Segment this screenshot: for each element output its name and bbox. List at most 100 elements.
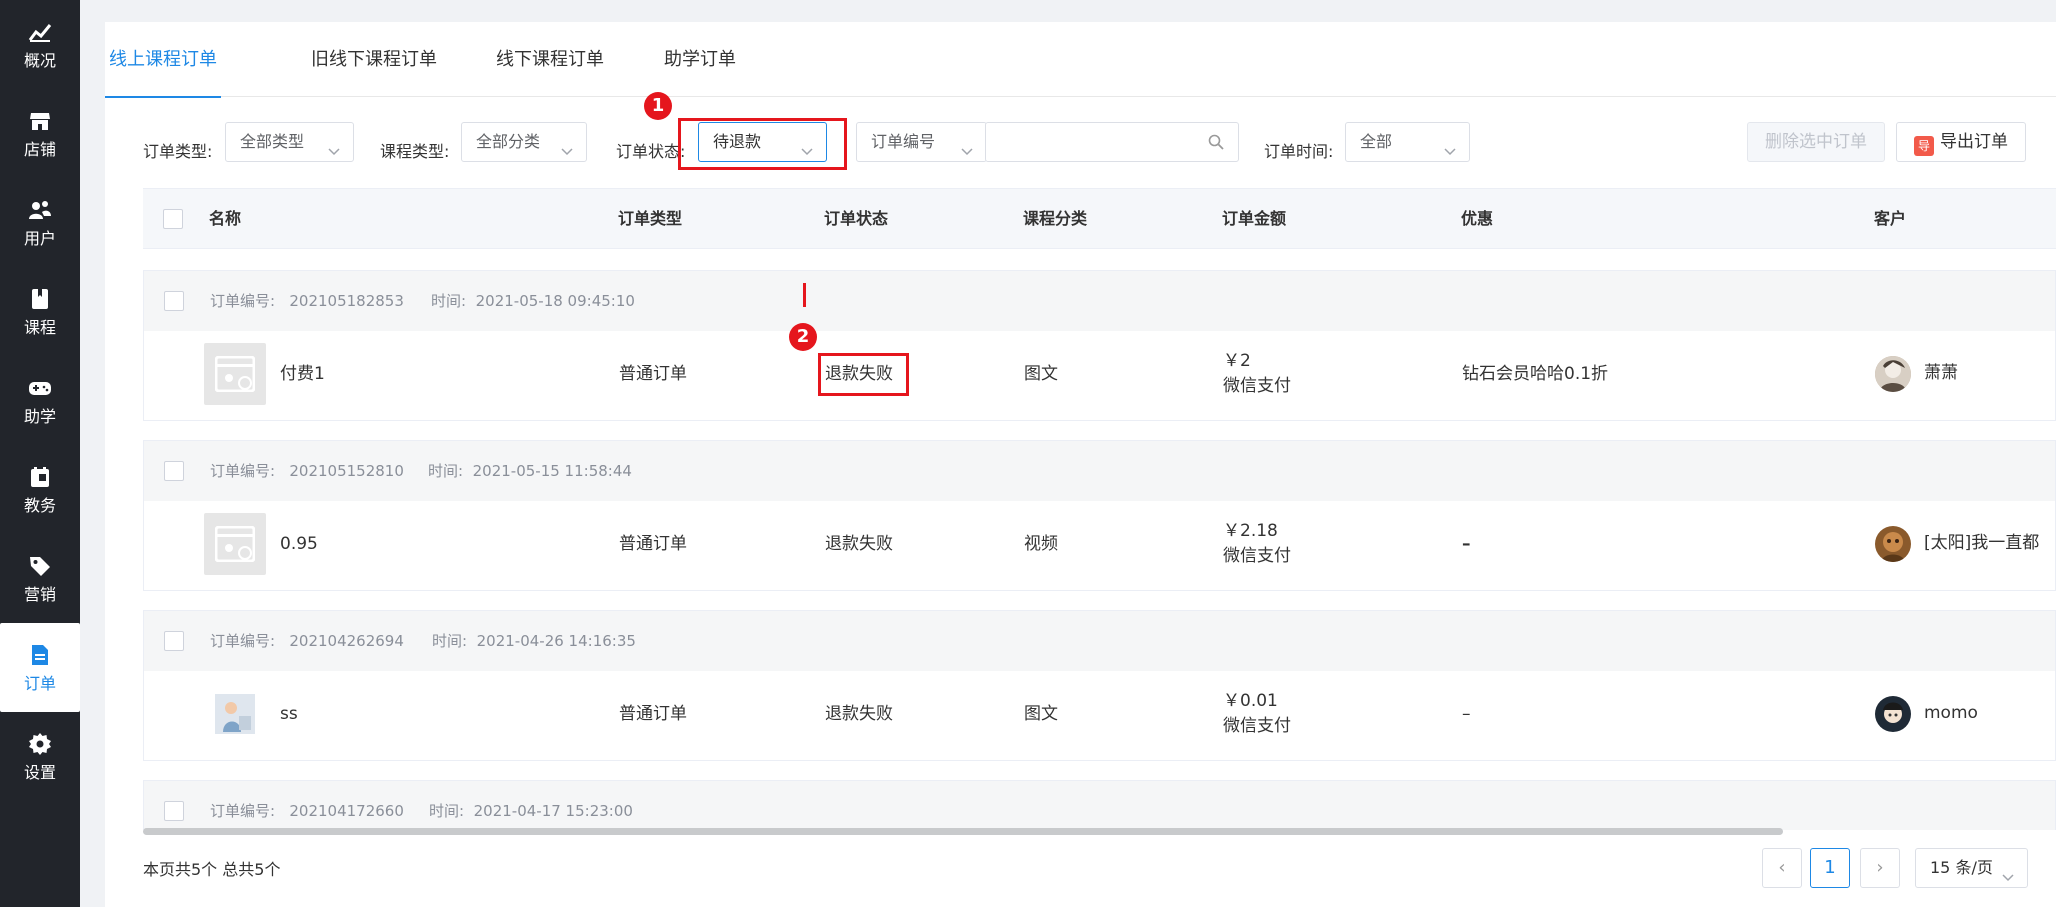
- order-type-select[interactable]: 全部类型: [225, 122, 354, 162]
- payment-method: 微信支付: [1223, 376, 1291, 396]
- nav-item-settings[interactable]: 设置: [0, 712, 80, 801]
- chevron-down-icon: [960, 134, 974, 172]
- column-order-amount: 订单金额: [1222, 209, 1287, 228]
- customer-name[interactable]: momo: [1924, 701, 1978, 725]
- chevron-down-icon: [1443, 134, 1457, 172]
- page-1-button[interactable]: 1: [1810, 848, 1850, 888]
- book-icon: [27, 286, 53, 312]
- order-status: 退款失败: [825, 534, 893, 554]
- order-status: 退款失败: [825, 364, 893, 384]
- order-time: 时间: 2021-04-17 15:23:00: [429, 802, 633, 820]
- payment-method: 微信支付: [1223, 546, 1291, 566]
- select-all-checkbox[interactable]: [163, 209, 183, 229]
- course-name[interactable]: ss: [280, 702, 298, 726]
- nav-item-tutoring[interactable]: 助学: [0, 356, 80, 445]
- nav-item-marketing[interactable]: 营销: [0, 534, 80, 623]
- column-customer: 客户: [1874, 209, 1907, 228]
- course-thumbnail: [204, 683, 266, 745]
- avatar: [1875, 356, 1911, 392]
- order-time: 时间: 2021-04-26 14:16:35: [432, 632, 636, 650]
- course-type-label: 课程类型:: [380, 142, 450, 161]
- annotation-badge-1: 1: [644, 92, 672, 120]
- order-time-select[interactable]: 全部: [1345, 122, 1470, 162]
- order-row-header: 订单编号: 202105152810 时间: 2021-05-15 11:58:…: [144, 441, 2055, 501]
- avatar: [1875, 696, 1911, 732]
- row-checkbox[interactable]: [164, 631, 184, 651]
- order-number: 订单编号: 202104172660: [210, 802, 404, 820]
- order-row: 订单编号: 202104262694 时间: 2021-04-26 14:16:…: [143, 610, 2056, 761]
- tab-old-offline-orders[interactable]: 旧线下课程订单: [311, 22, 437, 97]
- order-time-label: 订单时间:: [1264, 142, 1334, 161]
- discount: 钻石会员哈哈0.1折: [1462, 364, 1609, 384]
- calendar-icon: [27, 464, 53, 490]
- order-number: 订单编号: 202105182853: [210, 292, 404, 310]
- table-header: 名称 订单类型 订单状态 课程分类 订单金额 优惠 客户: [143, 188, 2056, 249]
- order-status: 退款失败: [825, 704, 893, 724]
- order-amount: ￥2: [1223, 351, 1251, 371]
- annotation-marker: [803, 283, 806, 307]
- gear-icon: [27, 731, 53, 757]
- order-row: 订单编号: 202105152810 时间: 2021-05-15 11:58:…: [143, 440, 2056, 591]
- page-summary: 本页共5个 总共5个: [143, 860, 281, 879]
- discount: –: [1462, 704, 1471, 724]
- search-icon[interactable]: [1208, 134, 1224, 154]
- search-input[interactable]: [985, 122, 1239, 162]
- course-category: 图文: [1024, 704, 1058, 724]
- course-name[interactable]: 0.95: [280, 532, 318, 556]
- horizontal-scrollbar[interactable]: [143, 828, 1783, 835]
- next-page-button[interactable]: ›: [1860, 848, 1900, 888]
- page-size-select[interactable]: 15 条/页: [1915, 848, 2028, 888]
- discount: –: [1462, 534, 1471, 554]
- order-tabs: 线上课程订单 旧线下课程订单 线下课程订单 助学订单: [105, 22, 2056, 98]
- column-course-category: 课程分类: [1023, 209, 1088, 228]
- order-number: 订单编号: 202105152810: [210, 462, 404, 480]
- sidebar: 概况 店铺 用户 课程 助学 教务 营销 订单 设置: [0, 0, 80, 907]
- course-type-select[interactable]: 全部分类: [461, 122, 587, 162]
- order-number: 订单编号: 202104262694: [210, 632, 404, 650]
- order-row: 订单编号: 202105182853 时间: 2021-05-18 09:45:…: [143, 270, 2056, 421]
- tag-icon: [27, 553, 53, 579]
- order-type: 普通订单: [619, 534, 687, 554]
- order-row-header: 订单编号: 202104262694 时间: 2021-04-26 14:16:…: [144, 611, 2055, 671]
- export-orders-button[interactable]: 导导出订单: [1896, 122, 2026, 162]
- order-type: 普通订单: [619, 704, 687, 724]
- course-name[interactable]: 付费1: [280, 362, 325, 386]
- nav-item-academic[interactable]: 教务: [0, 445, 80, 534]
- chart-icon: [27, 19, 53, 45]
- store-icon: [27, 108, 53, 134]
- nav-item-store[interactable]: 店铺: [0, 89, 80, 178]
- row-checkbox[interactable]: [164, 291, 184, 311]
- column-order-type: 订单类型: [618, 209, 683, 228]
- column-discount: 优惠: [1461, 209, 1494, 228]
- gamepad-icon: [27, 375, 53, 401]
- order-amount: ￥2.18: [1223, 521, 1278, 541]
- column-name: 名称: [209, 209, 242, 228]
- order-type: 普通订单: [619, 364, 687, 384]
- nav-item-users[interactable]: 用户: [0, 178, 80, 267]
- tab-offline-orders[interactable]: 线下课程订单: [496, 22, 604, 97]
- nav-item-orders[interactable]: 订单: [0, 623, 80, 712]
- annotation-badge-2: 2: [789, 323, 817, 351]
- nav-item-overview[interactable]: 概况: [0, 0, 80, 89]
- row-checkbox[interactable]: [164, 461, 184, 481]
- payment-method: 微信支付: [1223, 716, 1291, 736]
- tab-tutoring-orders[interactable]: 助学订单: [664, 22, 736, 97]
- order-row-header: 订单编号: 202105182853 时间: 2021-05-18 09:45:…: [144, 271, 2055, 331]
- chevron-down-icon: [800, 134, 814, 172]
- order-status-label: 订单状态:: [616, 142, 686, 161]
- customer-name[interactable]: [太阳]我一直都: [1924, 531, 2039, 555]
- export-icon: 导: [1914, 136, 1934, 156]
- course-thumbnail: [204, 343, 266, 405]
- delete-selected-button[interactable]: 删除选中订单: [1747, 122, 1885, 162]
- order-time: 时间: 2021-05-18 09:45:10: [431, 292, 635, 310]
- customer-name[interactable]: 萧萧: [1924, 361, 1958, 385]
- chevron-down-icon: [2001, 860, 2015, 898]
- order-status-select[interactable]: 待退款: [698, 122, 827, 162]
- search-field-select[interactable]: 订单编号: [856, 122, 987, 162]
- prev-page-button[interactable]: ‹: [1762, 848, 1802, 888]
- row-checkbox[interactable]: [164, 801, 184, 821]
- tab-online-orders[interactable]: 线上课程订单: [105, 22, 221, 98]
- course-thumbnail: [204, 513, 266, 575]
- course-category: 视频: [1024, 534, 1058, 554]
- nav-item-courses[interactable]: 课程: [0, 267, 80, 356]
